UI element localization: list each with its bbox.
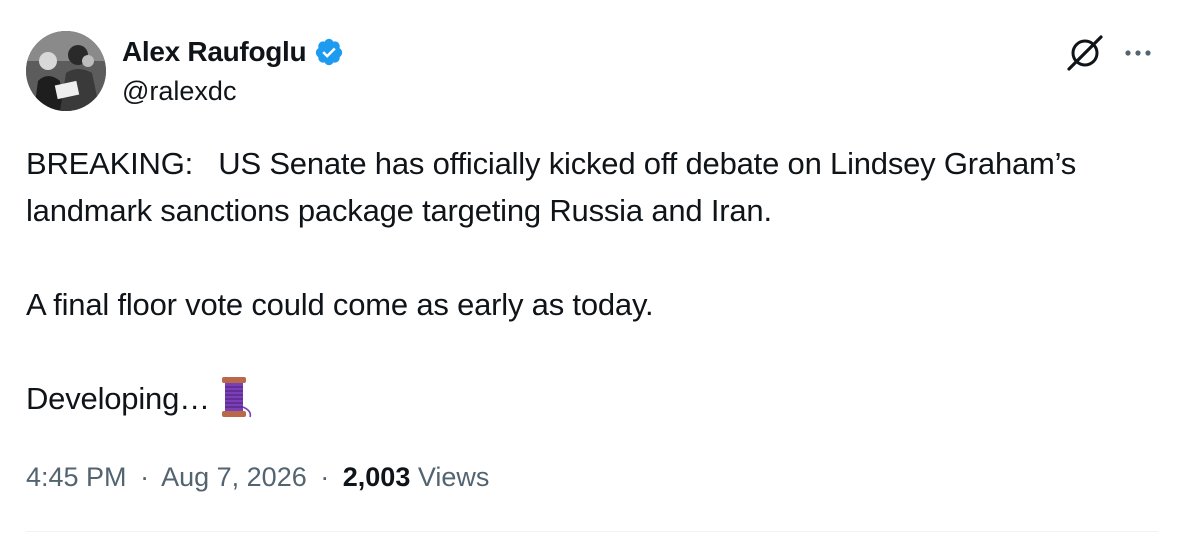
meta-separator: · — [140, 462, 150, 492]
views-label: Views — [417, 462, 490, 492]
spool-of-thread-icon — [214, 375, 254, 419]
grok-icon[interactable] — [1066, 34, 1104, 72]
verified-badge-icon[interactable] — [314, 37, 344, 67]
avatar[interactable] — [26, 31, 106, 111]
user-handle[interactable]: @ralexdc — [122, 76, 344, 107]
name-row: Alex Raufoglu — [122, 34, 344, 70]
author-block: Alex Raufoglu @ralexdc — [122, 34, 344, 107]
display-name[interactable]: Alex Raufoglu — [122, 36, 307, 68]
meta-separator: · — [320, 462, 330, 492]
divider — [26, 531, 1158, 532]
tweet-text: BREAKING: US Senate has officially kicke… — [26, 140, 1156, 422]
more-options-icon[interactable] — [1120, 38, 1156, 68]
tweet-paragraph-text: Developing… — [26, 381, 210, 416]
avatar-photo-icon — [26, 31, 106, 111]
tweet-paragraph: A final floor vote could come as early a… — [26, 287, 654, 322]
tweet-paragraph-last: Developing… — [26, 375, 1156, 422]
tweet-card: Alex Raufoglu @ralexdc BREAKING: US Sena… — [0, 0, 1184, 542]
tweet-paragraph: BREAKING: US Senate has officially kicke… — [26, 146, 1085, 228]
views-count: 2,003 — [342, 462, 411, 492]
timestamp-date[interactable]: Aug 7, 2026 — [161, 462, 307, 492]
timestamp-time[interactable]: 4:45 PM — [26, 462, 127, 492]
tweet-meta: 4:45 PM · Aug 7, 2026 · 2,003 Views — [26, 462, 489, 493]
